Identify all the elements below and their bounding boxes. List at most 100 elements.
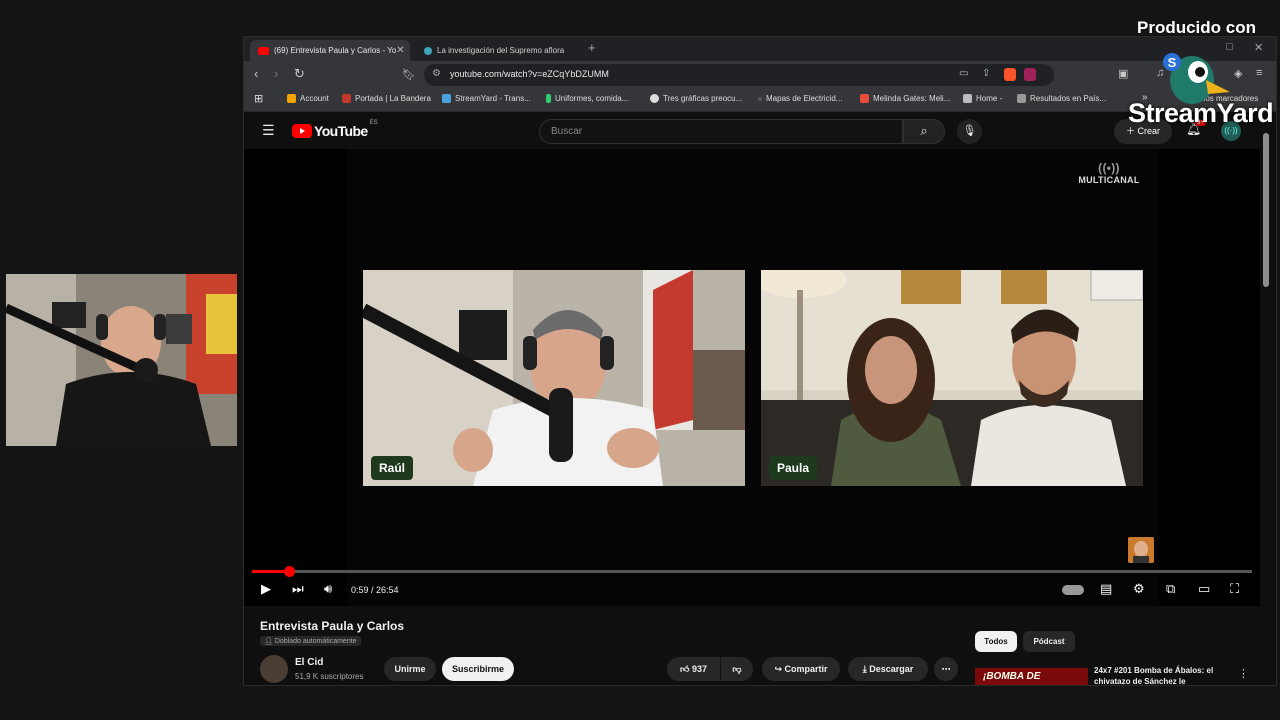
subscriber-count: 51,9 K suscriptores (295, 672, 364, 681)
site-info-icon[interactable]: ⚙ (432, 68, 441, 79)
svg-text:S: S (1168, 55, 1177, 70)
guest-camera-raul: Raúl (363, 270, 745, 486)
bookmarks-bar: ⊞ Account Portada | La Bandera StreamYar… (244, 89, 1276, 112)
reload-icon[interactable]: ↻ (294, 66, 305, 82)
video-title: Entrevista Paula y Carlos (260, 619, 405, 633)
apps-grid-icon[interactable]: ⊞ (254, 92, 263, 105)
youtube-favicon-icon (258, 46, 269, 55)
recommended-video-title[interactable]: 24x7 #201 Bomba de Ábalos: el chivatazo … (1094, 665, 1244, 685)
dubbed-badge: 👤︎ Doblado automáticamente (260, 636, 361, 646)
tab-bar: (69) Entrevista Paula y Carlos - Yo ✕ La… (244, 37, 1276, 61)
video-frame[interactable]: ((•)) MULTICANAL Raúl Paula (347, 149, 1159, 606)
raul-camera-image (363, 270, 745, 486)
dubbing-icon: 👤︎ (264, 638, 275, 645)
tab-label: (69) Entrevista Paula y Carlos - Yo (274, 46, 397, 55)
chip-all[interactable]: Todos (975, 631, 1017, 652)
scrollbar-thumb[interactable] (1263, 133, 1269, 287)
bookmark-item[interactable]: Melinda Gates: Meli... (860, 94, 950, 103)
search-input[interactable]: Buscar (539, 119, 903, 144)
dislike-button[interactable]: 👎︎ (721, 657, 753, 681)
share-page-icon[interactable]: ⇪ (982, 68, 990, 79)
fullscreen-icon[interactable]: ⛶ (1230, 581, 1239, 597)
vpn-icon[interactable]: ◈ (1234, 67, 1242, 80)
new-tab-button[interactable]: + (588, 40, 596, 55)
close-window-icon[interactable]: ✕ (1254, 41, 1263, 54)
produced-by-label: Producido con (1137, 18, 1256, 37)
channel-name[interactable]: El Cid (295, 657, 323, 668)
bookmark-item[interactable]: Portada | La Bandera (342, 94, 431, 103)
bookmark-item[interactable]: Uniformes, comida... (546, 94, 628, 103)
host-webcam-image (6, 274, 237, 446)
scrubber-handle[interactable] (283, 566, 295, 577)
paula-camera-image (761, 270, 1143, 486)
tab-label: La investigación del Supremo aflora (437, 46, 565, 55)
youtube-masthead: ☰ YouTube ES Buscar ⌕ 🎙︎ ＋ Crear 🔔︎ 9+ (… (244, 112, 1276, 150)
bookmark-favicon-icon (1017, 94, 1026, 103)
share-icon: ↪ (774, 664, 785, 674)
creator-watermark-image (1128, 537, 1154, 563)
tab-youtube[interactable]: (69) Entrevista Paula y Carlos - Yo ✕ (250, 40, 410, 61)
video-player[interactable]: ((•)) MULTICANAL Raúl Paula ▶ ⏭︎ 🔊︎ 0:59… (244, 149, 1260, 606)
bookmark-favicon-icon (650, 94, 659, 103)
bookmark-item[interactable]: Resultados en País... (1017, 94, 1106, 103)
url-text: youtube.com/watch?v=eZCqYbDZUMM (450, 69, 609, 79)
cast-icon[interactable]: ▭ (959, 68, 968, 79)
subtitles-icon[interactable]: ▤ (1100, 581, 1112, 597)
bookmark-item[interactable]: Mapas de Electricid... (758, 94, 842, 103)
bookmark-favicon-icon (758, 96, 762, 101)
close-tab-icon[interactable]: ✕ (396, 45, 404, 56)
settings-gear-icon[interactable]: ⚙ (1133, 581, 1145, 597)
forward-icon[interactable]: › (274, 66, 278, 81)
guest-camera-paula: Paula (761, 270, 1143, 486)
recommended-video-menu-icon[interactable]: ⋮ (1238, 667, 1249, 680)
search-button[interactable]: ⌕ (903, 119, 945, 144)
tab-news[interactable]: La investigación del Supremo aflora (416, 40, 582, 61)
time-display: 0:59 / 26:54 (351, 585, 399, 595)
subscribe-button[interactable]: Suscribirme (442, 657, 514, 681)
next-icon[interactable]: ⏭︎ (292, 581, 304, 597)
more-actions-button[interactable]: ⋯ (934, 657, 958, 681)
back-icon[interactable]: ‹ (254, 66, 258, 81)
theater-mode-icon[interactable]: ▭ (1198, 581, 1210, 597)
bookmark-item[interactable]: StreamYard - Trans... (442, 94, 531, 103)
voice-search-icon[interactable]: 🎙︎ (957, 119, 982, 144)
rewards-icon[interactable] (1024, 68, 1036, 81)
bookmark-favicon-icon (546, 94, 551, 103)
browser-toolbar: ‹ › ↻ 🔖︎ ⚙ youtube.com/watch?v=eZCqYbDZU… (244, 61, 1276, 89)
participant-name-tag: Raúl (371, 456, 414, 480)
chip-podcast[interactable]: Pódcast (1023, 631, 1075, 652)
bookmark-item[interactable]: Account (287, 94, 329, 103)
youtube-logo[interactable]: YouTube ES (292, 120, 378, 139)
address-bar[interactable]: ⚙ youtube.com/watch?v=eZCqYbDZUMM ▭ ⇪ (424, 64, 1054, 86)
autoplay-toggle[interactable] (1062, 585, 1084, 595)
broadcast-icon: ((•)) (1098, 161, 1120, 175)
host-webcam-feed (6, 274, 237, 446)
bookmark-page-icon[interactable]: 🔖︎ (402, 68, 416, 81)
play-icon[interactable]: ▶ (261, 581, 271, 597)
progress-bar[interactable] (252, 566, 1252, 577)
participant-name-tag: Paula (769, 456, 818, 480)
guide-menu-icon[interactable]: ☰ (262, 122, 275, 139)
bookmark-favicon-icon (860, 94, 869, 103)
browser-window: (69) Entrevista Paula y Carlos - Yo ✕ La… (243, 36, 1277, 686)
menu-icon[interactable]: ≡ (1256, 67, 1262, 79)
channel-avatar[interactable] (260, 655, 288, 683)
creator-watermark-thumbnail[interactable] (1128, 537, 1154, 563)
page-scrollbar[interactable] (1262, 125, 1270, 685)
download-button[interactable]: ⤓ Descargar (848, 657, 928, 681)
bookmark-item[interactable]: Home - (963, 94, 1002, 103)
bookmark-item[interactable]: Tres gráficas preocu... (650, 94, 742, 103)
youtube-play-icon (292, 124, 312, 138)
volume-icon[interactable]: 🔊︎ (324, 581, 332, 597)
miniplayer-icon[interactable]: ⧉ (1166, 581, 1175, 597)
like-button[interactable]: 👍︎ 937 (667, 657, 720, 681)
join-button[interactable]: Unirme (384, 657, 436, 681)
video-info-section: Entrevista Paula y Carlos 👤︎ Doblado aut… (244, 609, 1260, 685)
recommended-video-thumbnail[interactable]: ¡BOMBA DE ÁBALOS! (975, 668, 1088, 685)
thumbs-up-icon: 👍︎ (680, 664, 692, 674)
bookmark-favicon-icon (442, 94, 451, 103)
streamyard-logo: StreamYard (1128, 98, 1274, 128)
share-button[interactable]: ↪ Compartir (762, 657, 840, 681)
brave-shields-icon[interactable] (1004, 68, 1016, 81)
sidebar-toggle-icon[interactable]: ▣ (1118, 67, 1128, 80)
